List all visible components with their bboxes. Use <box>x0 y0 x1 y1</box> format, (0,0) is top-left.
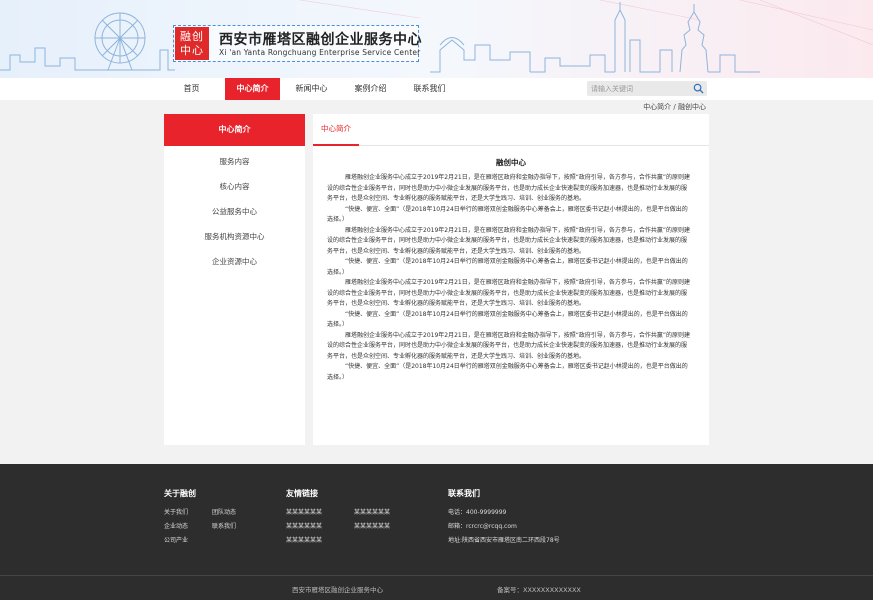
site-footer: 关于融创 关于我们 团队动态 企业动态 联系我们 公司产业 友情链接 某某某某某… <box>0 464 873 600</box>
article-paragraph: “快捷、便宜、全面”（是2018年10月24日举行的雁塔双创金融服务中心筹备会上… <box>327 310 688 329</box>
sidebar-heading: 中心简介 <box>164 114 305 146</box>
sidebar-item-enterprise-resources[interactable]: 企业资源中心 <box>164 249 305 274</box>
footer-about-title: 关于融创 <box>164 489 196 498</box>
nav-item-home[interactable]: 首页 <box>164 78 219 100</box>
footer-link-contact-us[interactable]: 联系我们 <box>212 521 236 530</box>
footer-friends-title: 友情链接 <box>286 489 318 498</box>
site-title-cn: 西安市雁塔区融创企业服务中心 <box>219 32 422 48</box>
tab-about[interactable]: 中心简介 <box>313 114 359 146</box>
footer-friend-link[interactable]: 某某某某某某 <box>286 535 322 544</box>
sidebar-item-agency-resources[interactable]: 服务机构资源中心 <box>164 224 305 249</box>
sidebar-item-core-content[interactable]: 核心内容 <box>164 174 305 199</box>
sidebar-item-service-content[interactable]: 服务内容 <box>164 149 305 174</box>
article-paragraph: 雁塔融创企业服务中心成立于2019年2月21日，是在雁塔区政府和金融办指导下，按… <box>327 279 690 307</box>
footer-address: 地址:陕西省西安市雁塔区南二环西段78号 <box>448 537 560 544</box>
footer-phone: 电话：400-9999999 <box>448 509 507 516</box>
footer-link-team-news[interactable]: 团队动态 <box>212 507 236 516</box>
nav-item-news[interactable]: 新闻中心 <box>284 78 339 100</box>
sidebar-item-public-service[interactable]: 公益服务中心 <box>164 199 305 224</box>
article-paragraph: “快捷、便宜、全面”（是2018年10月24日举行的雁塔双创金融服务中心筹备会上… <box>327 258 688 276</box>
nav-item-about[interactable]: 中心简介 <box>225 78 280 100</box>
sidebar: 中心简介 服务内容 核心内容 公益服务中心 服务机构资源中心 企业资源中心 <box>164 114 305 445</box>
content-tabbar: 中心简介 <box>313 114 709 146</box>
footer-friend-link[interactable]: 某某某某某某 <box>354 521 390 530</box>
footer-link-company-news[interactable]: 企业动态 <box>164 521 188 530</box>
site-header: 融创中心 西安市雁塔区融创企业服务中心 Xi 'an Yanta Rongchu… <box>0 0 873 78</box>
footer-friend-link[interactable]: 某某某某某某 <box>286 507 322 516</box>
article-paragraph: “快捷、便宜、全面”（是2018年10月24日举行的雁塔双创金融服务中心筹备会上… <box>327 205 688 224</box>
city-skyline-illustration <box>0 0 873 78</box>
search-icon[interactable] <box>693 83 704 94</box>
footer-link-about-us[interactable]: 关于我们 <box>164 507 188 516</box>
article-paragraph: 雁塔融创企业服务中心成立于2019年2月21日，是在雁塔区政府和金融办指导下，按… <box>327 331 690 360</box>
nav-item-contact[interactable]: 联系我们 <box>402 78 457 100</box>
footer-icp: 备案号：XXXXXXXXXXXXX <box>497 586 581 594</box>
article-paragraph: 雁塔融创企业服务中心成立于2019年2月21日，是在雁塔区政府和金融办指导下，按… <box>327 174 690 202</box>
site-logo[interactable]: 融创中心 西安市雁塔区融创企业服务中心 Xi 'an Yanta Rongchu… <box>173 25 422 62</box>
footer-friend-link[interactable]: 某某某某某某 <box>354 507 390 516</box>
main-content: 中心简介 融创中心 雁塔融创企业服务中心成立于2019年2月21日，是在雁塔区政… <box>313 114 709 445</box>
footer-divider <box>0 575 873 576</box>
footer-contact-title: 联系我们 <box>448 489 480 498</box>
article-body: 雁塔融创企业服务中心成立于2019年2月21日，是在雁塔区政府和金融办指导下，按… <box>313 168 709 383</box>
main-nav: 首页 中心简介 新闻中心 案例介绍 联系我们 <box>0 78 873 100</box>
footer-link-company-industry[interactable]: 公司产业 <box>164 535 188 544</box>
site-title-en: Xi 'an Yanta Rongchuang Enterprise Servi… <box>219 48 421 57</box>
search-input[interactable] <box>591 81 687 96</box>
search-box <box>587 81 707 96</box>
nav-item-cases[interactable]: 案例介绍 <box>343 78 398 100</box>
logo-badge: 融创中心 <box>175 27 209 60</box>
article-paragraph: “快捷、便宜、全面”（是2018年10月24日举行的雁塔双创金融服务中心筹备会上… <box>327 363 688 381</box>
article-title: 融创中心 <box>496 158 526 167</box>
breadcrumb: 中心简介 / 融创中心 <box>643 103 706 111</box>
footer-email[interactable]: 邮箱：rcrcrc@rcqq.com <box>448 521 517 530</box>
footer-friend-link[interactable]: 某某某某某某 <box>286 521 322 530</box>
footer-copyright: 西安市雁塔区融创企业服务中心 <box>292 586 383 594</box>
article-paragraph: 雁塔融创企业服务中心成立于2019年2月21日，是在雁塔区政府和金融办指导下，按… <box>327 226 690 255</box>
